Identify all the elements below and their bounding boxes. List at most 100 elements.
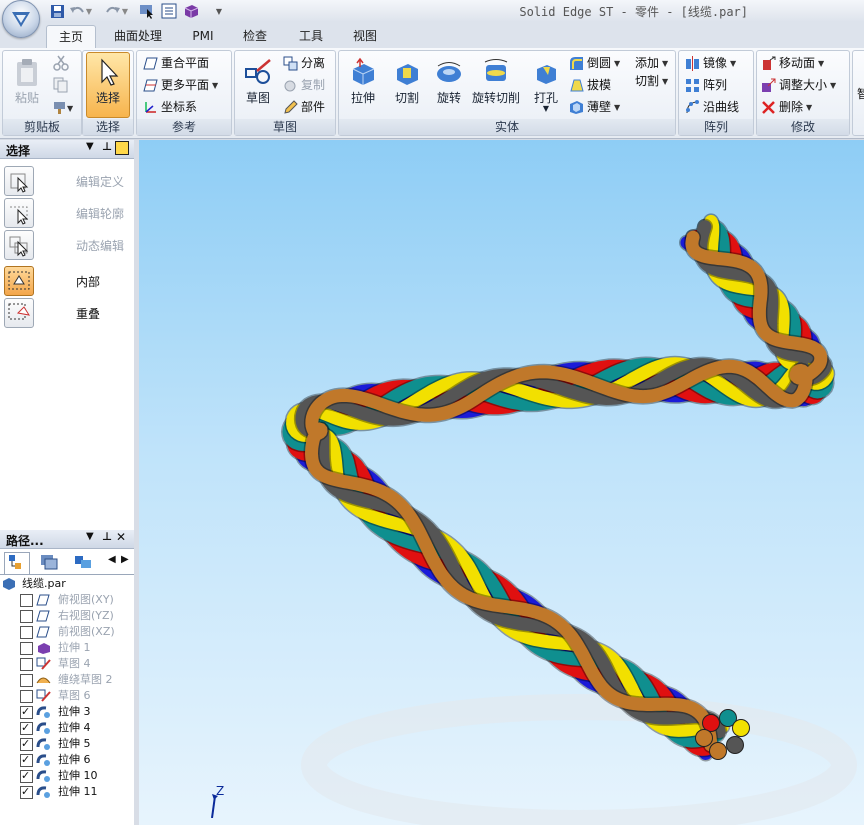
maximize-icon[interactable] [115,141,129,155]
move-face-icon [761,56,776,71]
intelligent-label[interactable]: 智 [857,85,864,102]
copy-icon[interactable] [53,77,69,96]
inside-option[interactable]: 内部 [4,266,132,296]
tab-inspect[interactable]: 检查 [232,25,278,47]
tab-layers[interactable] [38,552,62,574]
extrude-button[interactable]: 拉伸 [343,53,383,106]
tree-item[interactable]: 拉伸 3 [0,704,134,720]
cable-strands [280,213,836,762]
group-clipboard: 粘贴 ▼ 剪贴板 [2,50,82,136]
more-planes-button[interactable]: 更多平面 ▼ [143,76,218,95]
detach-button[interactable]: 分离 [283,54,325,73]
group-label-solid: 实体 [339,119,675,135]
cable-model [280,213,857,825]
dynamic-edit-option[interactable]: 动态编辑 [4,230,132,260]
part-box-icon[interactable] [182,2,200,20]
group-label-reference: 参考 [137,119,231,135]
coincident-plane-button[interactable]: 重合平面 [143,54,209,73]
edit-definition-option[interactable]: 编辑定义 [4,166,132,196]
copy-sketch-button[interactable]: 复制 [283,76,325,95]
tree-item[interactable]: 缠绕草图 2 [0,672,134,688]
pin-icon[interactable]: ⊥ [102,140,112,153]
tree-item[interactable]: 拉伸 6 [0,752,134,768]
round-button[interactable]: 倒圆 ▼ [569,54,620,73]
close-icon[interactable]: ✕ [116,530,126,544]
tree-item-checkbox[interactable] [20,736,33,752]
overlap-option[interactable]: 重叠 [4,298,132,328]
tab-scroll-right-icon[interactable]: ▶ [121,554,129,565]
application-button[interactable] [2,0,40,38]
select-panel: 选择 ▼ ⊥ 编辑定义 编辑轮廓 动态编辑 内部 重叠 [0,140,135,536]
revolve-cut-button[interactable]: 旋转切削 [469,53,523,106]
tab-surfacing[interactable]: 曲面处理 [104,25,172,47]
tree-item-checkbox[interactable] [20,784,33,800]
properties-icon[interactable] [160,2,178,20]
tree-item[interactable]: 拉伸 1 [0,640,134,656]
revolve-button[interactable]: 旋转 [429,53,469,106]
panel-menu-icon[interactable]: ▼ [86,141,94,152]
panel-menu-icon[interactable]: ▼ [86,531,94,542]
cut-scissors-icon[interactable] [53,55,69,74]
tree-item[interactable]: 拉伸 4 [0,720,134,736]
tree-item-checkbox[interactable] [20,720,33,736]
tree-item-checkbox[interactable] [20,594,33,607]
select-button[interactable]: 选择 [86,52,130,118]
draft-button[interactable]: 拔模 [569,76,611,95]
tree-item-checkbox[interactable] [20,768,33,784]
thin-wall-button[interactable]: 薄壁 ▼ [569,98,620,117]
tree-item-checkbox[interactable] [20,642,33,655]
tree-item[interactable]: 拉伸 11 [0,784,134,800]
tree-item-checkbox[interactable] [20,674,33,687]
pattern-icon [685,78,700,93]
tab-scroll-left-icon[interactable]: ◀ [108,554,116,565]
cut-dropdown-button[interactable]: 切割 ▼ [635,72,668,91]
delete-button[interactable]: 删除 ▼ [761,98,812,117]
part-button[interactable]: 部件 [283,98,325,117]
tab-pathfinder-tree[interactable] [4,552,30,575]
plane-icon [143,56,158,71]
cut-button[interactable]: 切割 [387,53,427,106]
select-tool-icon[interactable] [138,2,156,20]
add-button[interactable]: 添加 ▼ [635,54,668,73]
coordinate-system-button[interactable]: 坐标系 [143,98,197,117]
sketch-button[interactable]: 草图 [239,53,277,106]
tab-home[interactable]: 主页 [46,25,96,48]
pin-icon[interactable]: ⊥ [102,530,112,543]
3d-viewport[interactable]: Z [139,140,864,825]
hole-button[interactable]: 打孔 ▼ [529,53,563,113]
tree-item-checkbox[interactable] [20,690,33,703]
tree-item-checkbox[interactable] [20,626,33,639]
tree-item[interactable]: 前视图(XZ) [0,624,134,640]
tab-features[interactable] [72,552,96,574]
tree-item-checkbox[interactable] [20,752,33,768]
tree-item[interactable]: 右视图(YZ) [0,608,134,624]
sweep-icon [36,721,51,735]
move-face-button[interactable]: 移动面 ▼ [761,54,824,73]
tab-pmi[interactable]: PMI [180,25,226,47]
group-intelligent: 智 [852,50,864,136]
tree-item[interactable]: 拉伸 10 [0,768,134,784]
tree-item[interactable]: 草图 6 [0,688,134,704]
along-curve-button[interactable]: 沿曲线 [685,98,739,117]
format-painter-icon[interactable]: ▼ [53,99,75,118]
tree-item-checkbox[interactable] [20,704,33,720]
tab-tools[interactable]: 工具 [288,25,334,47]
tree-item-checkbox[interactable] [20,658,33,671]
resize-button[interactable]: 调整大小 ▼ [761,76,836,95]
edit-profile-option[interactable]: 编辑轮廓 [4,198,132,228]
undo-dropdown-icon[interactable]: ▼ [84,2,94,20]
delete-icon [761,100,776,115]
tree-item-checkbox[interactable] [20,610,33,623]
mirror-button[interactable]: 镜像 ▼ [685,54,736,73]
tree-item-label: 俯视图(XY) [58,593,114,606]
tab-view[interactable]: 视图 [342,25,388,47]
redo-dropdown-icon[interactable]: ▼ [120,2,130,20]
tree-item[interactable]: 俯视图(XY) [0,592,134,608]
tree-item[interactable]: 拉伸 5 [0,736,134,752]
tree-item[interactable]: 草图 4 [0,656,134,672]
customize-qat-icon[interactable]: ▼ [214,2,224,20]
plane-icon [36,609,51,623]
pattern-button[interactable]: 阵列 [685,76,727,95]
save-icon[interactable] [48,2,66,20]
paste-button[interactable]: 粘贴 [7,53,47,106]
